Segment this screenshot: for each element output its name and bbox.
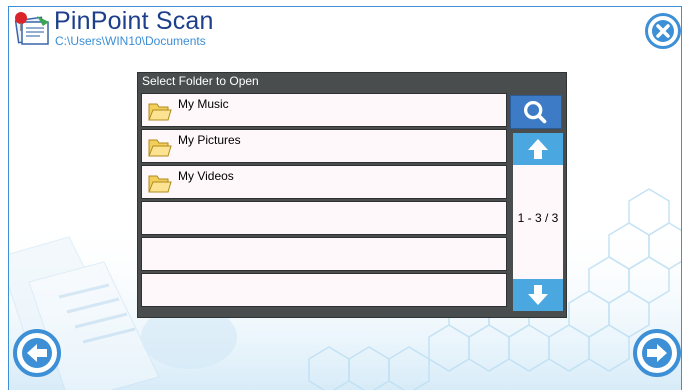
arrow-right-icon: [642, 338, 672, 368]
folder-item-my-pictures[interactable]: My Pictures: [141, 129, 507, 163]
folder-icon: [148, 103, 172, 121]
page-indicator-area: 1 - 3 / 3: [513, 165, 563, 279]
folder-label: My Pictures: [178, 133, 241, 147]
search-icon: [524, 100, 547, 124]
folder-icon: [148, 175, 172, 193]
folder-item-my-music[interactable]: My Music: [141, 93, 507, 127]
arrow-left-icon: [22, 338, 52, 368]
app-logo-icon: [14, 12, 49, 45]
folder-label: My Music: [178, 97, 229, 111]
arrow-down-icon: [528, 285, 548, 305]
folder-label: My Videos: [178, 169, 234, 183]
folder-dialog: Select Folder to Open My Music My Pictur…: [137, 72, 567, 318]
empty-list-row: [141, 201, 507, 235]
empty-list-row: [141, 273, 507, 307]
scroll-down-button[interactable]: [513, 279, 563, 311]
folder-item-my-videos[interactable]: My Videos: [141, 165, 507, 199]
app-title: PinPoint Scan: [54, 7, 214, 35]
app-frame: PinPoint Scan C:\Users\WIN10\Documents S…: [8, 6, 682, 390]
scroll-up-button[interactable]: [513, 133, 563, 165]
current-path: C:\Users\WIN10\Documents: [55, 34, 206, 48]
dialog-title: Select Folder to Open: [142, 74, 259, 88]
close-button[interactable]: [645, 13, 681, 49]
search-button[interactable]: [510, 95, 562, 129]
close-icon: [652, 20, 674, 42]
back-button[interactable]: [13, 329, 61, 377]
page-indicator: 1 - 3 / 3: [517, 211, 559, 225]
next-button[interactable]: [633, 329, 681, 377]
empty-list-row: [141, 237, 507, 271]
folder-list: My Music My Pictures My Videos: [141, 93, 507, 311]
arrow-up-icon: [528, 139, 548, 159]
folder-icon: [148, 139, 172, 157]
